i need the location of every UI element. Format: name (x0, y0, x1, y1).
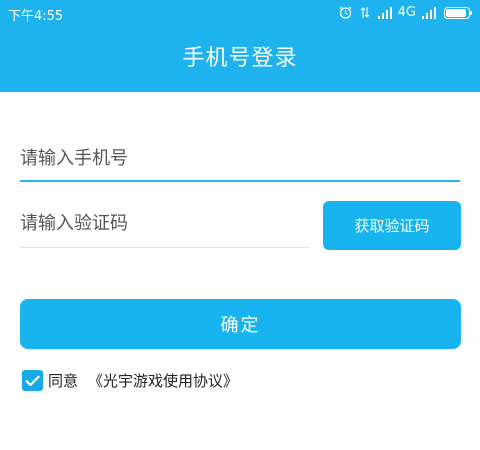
app-header: 下午4:55 4G 手机号登录 (0, 0, 480, 92)
alarm-icon (339, 6, 352, 19)
signal-icon (377, 6, 392, 19)
agreement-row: 同意 《光宇游戏使用协议》 (22, 370, 238, 391)
code-placeholder: 请输入验证码 (20, 213, 128, 234)
check-icon (25, 375, 40, 386)
network-type: 4G (397, 5, 416, 20)
agreement-checkbox[interactable] (22, 370, 43, 391)
status-icons: 4G (339, 5, 472, 20)
page-title: 手机号登录 (182, 46, 298, 71)
agreement-link[interactable]: 《光宇游戏使用协议》 (88, 370, 238, 391)
status-bar: 下午4:55 4G (0, 0, 480, 26)
verification-code-input[interactable]: 请输入验证码 (20, 205, 310, 248)
data-transfer-icon (360, 6, 370, 19)
phone-input[interactable]: 请输入手机号 (20, 140, 460, 182)
signal-icon (422, 6, 436, 19)
agreement-prefix: 同意 (48, 372, 79, 390)
battery-icon (444, 6, 472, 19)
status-time: 下午4:55 (8, 9, 64, 24)
confirm-button[interactable]: 确定 (20, 299, 461, 349)
phone-placeholder: 请输入手机号 (20, 148, 128, 169)
get-code-button[interactable]: 获取验证码 (323, 201, 461, 250)
